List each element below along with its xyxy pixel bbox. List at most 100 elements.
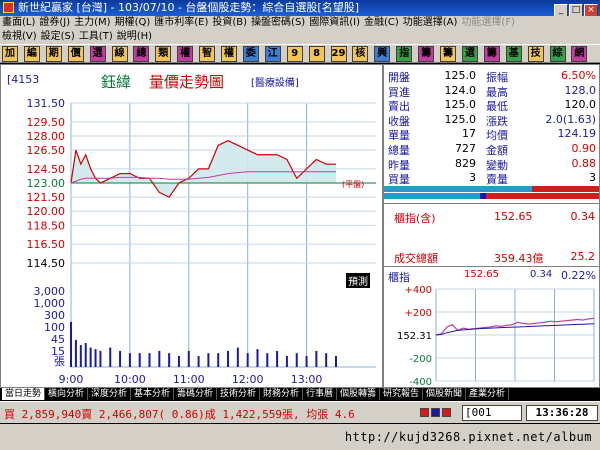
volume-tick-label: 張 [54,355,65,368]
toolbar-button[interactable]: 總 [133,46,150,62]
index-summary-box: 櫃指(含) 152.65 0.34 成交總額 359.43億 25.2 [384,203,599,265]
forecast-button[interactable]: 預測 [346,273,370,288]
price-tick-label: 123.00 [27,177,66,190]
toolbar-button[interactable]: 8 [308,46,325,62]
quote-label: 開盤 [388,71,410,84]
price-tick-label: 128.00 [27,130,66,143]
reference-label: (平盤) [342,179,364,189]
window-title: 新世紀贏家 [台灣] - 103/07/10 - 台盤個股走勢：綜合自選股[名望… [18,1,359,14]
toolbar-button[interactable]: 期 [45,46,62,62]
toolbar-button[interactable]: 權 [177,46,194,62]
quote-value: 125.0 [444,69,477,82]
menu-item[interactable]: 操盤密碼(S) [251,16,305,30]
status-bar: 買 2,859,940賣 2,466,807( 0.86)成 1,422,559… [0,401,600,423]
menu-item[interactable]: 金融(C) [364,16,399,30]
tab-2[interactable]: 橫向分析 [45,388,89,400]
toolbar-button[interactable]: 興 [374,46,391,62]
tab-12[interactable]: 產業分析 [466,388,510,400]
toolbar-button[interactable]: 加 [2,46,18,62]
quote-label: 均價 [486,129,508,143]
menu-item[interactable]: 證券(J) [39,16,70,30]
quote-value: 0.88 [571,156,597,170]
tab-8[interactable]: 行事曆 [303,388,338,400]
toolbar-button[interactable]: 29 [330,46,347,62]
toolbar-button[interactable]: 類 [155,46,172,62]
toolbar-button[interactable]: 籌 [418,46,435,62]
toolbar-button[interactable]: 江 [264,46,281,62]
menu-item[interactable]: 國際資訊(I) [309,16,360,30]
quote-row: 總量 727 金額 0.90 [388,142,596,157]
quote-label: 買量 [388,173,410,187]
quote-label: 金額 [486,143,508,157]
index-chart-value: 152.65 [464,269,499,280]
menu-item[interactable]: 說明(H) [117,30,152,44]
menu-item[interactable]: 功能選擇(F) [461,16,515,30]
toolbar-button[interactable]: 選 [461,46,478,62]
quote-value: 727 [455,141,476,155]
toolbar-button[interactable]: 綜 [549,46,566,62]
price-tick-label: 120.00 [27,205,66,218]
menu-item[interactable]: 檢視(V) [2,30,37,44]
index-chart-pct: 0.22% [561,269,596,282]
index-tick-label: -400 [409,377,432,387]
quick-toolbar: 加編期價選線總類權智權委江 9 8 29 核興指籌籌選籌基技綜網 [0,44,600,63]
toolbar-button[interactable]: 9 [286,46,303,62]
quote-table: 開盤 125.0 振幅 6.50% 買進 124.0 最高 128.0 賣出 125.0 最低 120… [388,69,596,186]
price-tick-label: 129.50 [27,116,66,129]
menu-item[interactable]: 投資(B) [212,16,247,30]
main-chart-svg: 9:00 10:00 11:00 12:00 13:00 131.50 129.50128.… [27,97,376,386]
toolbar-button[interactable]: 核 [352,46,369,62]
price-tick-label: 131.50 [27,97,66,110]
toolbar-button[interactable]: 委 [242,46,259,62]
tab-6[interactable]: 技術分析 [217,388,261,400]
price-tick-label: 114.50 [27,257,66,270]
menu-item[interactable]: 主力(M) [74,16,110,30]
toolbar-button[interactable]: 編 [23,46,40,62]
menu-item[interactable]: 畫面(L) [2,16,35,30]
quote-row: 買量 3 賣量 3 [388,171,596,186]
toolbar-button[interactable]: 權 [221,46,237,62]
menu-item[interactable]: 工具(T) [79,30,113,44]
toolbar-button[interactable]: 指 [396,46,413,62]
toolbar-button[interactable]: 籌 [440,46,456,62]
price-tick-label: 126.50 [27,144,66,157]
status-indicator-blue [431,408,440,417]
toolbar-button[interactable]: 基 [505,46,522,62]
quote-value: 3 [469,171,476,185]
quote-row: 單量 17 均價 124.19 [388,127,596,142]
quote-label: 總量 [388,143,410,157]
price-tick-label: 118.50 [27,219,66,232]
index-chart-svg: +400 +200 152.31 -200 -400 [397,285,595,387]
bid-bar-top [384,186,532,192]
code-input[interactable]: [001 [462,405,522,421]
menu-item[interactable]: 期權(Q) [115,16,151,30]
toolbar-button[interactable]: 選 [89,46,106,62]
tab-9[interactable]: 個股轉籌 [337,388,381,400]
menu-item[interactable]: 匯市利率(E) [154,16,208,30]
quote-label: 振幅 [486,71,508,84]
quote-row: 開盤 125.0 振幅 6.50% [388,69,596,84]
quote-value: 124.0 [444,83,477,97]
toolbar-button[interactable]: 智 [199,46,216,62]
quote-label: 漲跌 [486,114,508,128]
bid-ask-bar [384,186,599,200]
toolbar-button[interactable]: 網 [571,46,588,62]
menu-item[interactable]: 設定(S) [41,30,75,44]
menu-item[interactable]: 功能選擇(A) [403,16,458,30]
quote-value: 2.0(1.63) [545,112,596,126]
toolbar-button[interactable]: 技 [527,46,544,62]
tab-5[interactable]: 籌碼分析 [174,388,218,400]
app-icon [3,2,14,13]
quote-value: 124.19 [557,127,597,141]
tab-1[interactable]: 當日走勢 [2,388,46,400]
tab-7[interactable]: 財務分析 [260,388,304,400]
tab-10[interactable]: 研究報告 [380,388,424,400]
title-bar: 新世紀贏家 [台灣] - 103/07/10 - 台盤個股走勢：綜合自選股[名望… [0,0,600,17]
tab-3[interactable]: 深度分析 [88,388,132,400]
toolbar-button[interactable]: 線 [111,46,128,62]
toolbar-button[interactable]: 籌 [483,46,500,62]
tab-4[interactable]: 基本分析 [131,388,175,400]
toolbar-button[interactable]: 價 [67,46,84,62]
x-tick-label: 11:00 [173,373,205,386]
tab-11[interactable]: 個股新聞 [423,388,467,400]
